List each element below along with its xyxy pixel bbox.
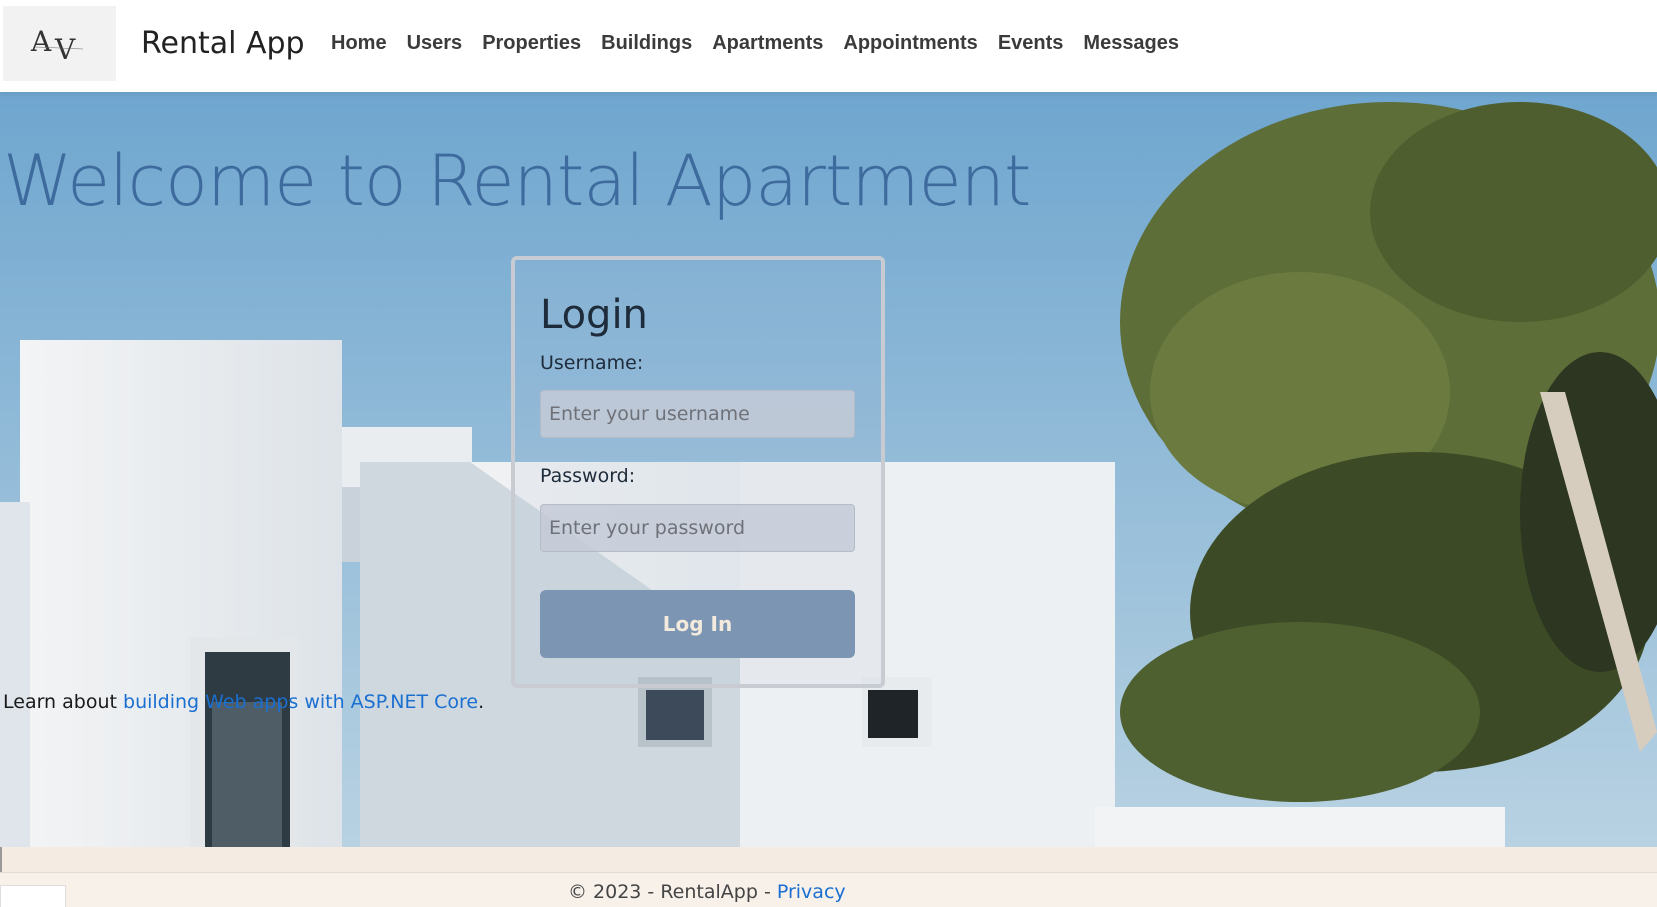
password-label: Password: bbox=[540, 465, 636, 487]
brand-logo[interactable]: A V bbox=[3, 6, 116, 81]
login-title: Login bbox=[540, 292, 648, 338]
nav-item-appointments[interactable]: Appointments bbox=[843, 32, 977, 55]
main-nav: Home Users Properties Buildings Apartmen… bbox=[331, 32, 1199, 55]
password-input[interactable] bbox=[540, 504, 855, 552]
footer-text: © 2023 - RentalApp - Privacy bbox=[568, 881, 846, 903]
nav-item-events[interactable]: Events bbox=[998, 32, 1064, 55]
svg-text:A: A bbox=[30, 25, 52, 58]
nav-item-messages[interactable]: Messages bbox=[1083, 32, 1179, 55]
login-form: Login Username: Password: Log In bbox=[511, 256, 885, 688]
learn-about-text: Learn about building Web apps with ASP.N… bbox=[3, 691, 484, 713]
top-navbar: A V Rental App Home Users Properties Bui… bbox=[0, 0, 1657, 92]
nav-item-properties[interactable]: Properties bbox=[482, 32, 581, 55]
page-footer: © 2023 - RentalApp - Privacy bbox=[0, 872, 1657, 907]
svg-text:V: V bbox=[54, 33, 76, 66]
hero-heading: Welcome to Rental Apartment bbox=[3, 140, 1031, 222]
nav-item-home[interactable]: Home bbox=[331, 32, 387, 55]
privacy-link[interactable]: Privacy bbox=[777, 881, 846, 903]
nav-item-apartments[interactable]: Apartments bbox=[712, 32, 823, 55]
aspnet-docs-link[interactable]: building Web apps with ASP.NET Core bbox=[123, 691, 478, 713]
username-label: Username: bbox=[540, 352, 644, 374]
learn-suffix: . bbox=[478, 691, 485, 713]
username-input[interactable] bbox=[540, 390, 855, 438]
copyright-text: © 2023 - RentalApp - bbox=[568, 881, 777, 903]
login-button[interactable]: Log In bbox=[540, 590, 855, 658]
footer-corner-box bbox=[0, 885, 66, 907]
footer-divider bbox=[0, 847, 1657, 872]
av-logo-icon: A V bbox=[30, 25, 83, 66]
learn-prefix: Learn about bbox=[3, 691, 124, 713]
brand-name[interactable]: Rental App bbox=[141, 26, 305, 61]
nav-item-users[interactable]: Users bbox=[407, 32, 463, 55]
nav-item-buildings[interactable]: Buildings bbox=[601, 32, 692, 55]
